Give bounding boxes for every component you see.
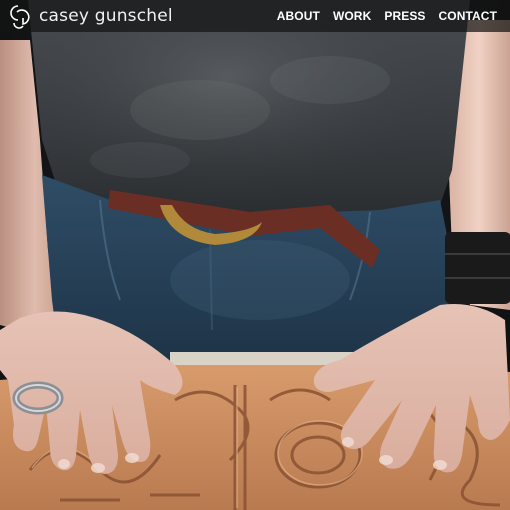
brand-name: casey gunschel	[39, 6, 173, 26]
top-navigation-bar: casey gunschel ABOUT WORK PRESS CONTACT	[0, 0, 510, 32]
main-nav: ABOUT WORK PRESS CONTACT	[264, 0, 497, 32]
nav-link-work[interactable]: WORK	[333, 9, 371, 23]
brand-monogram-icon	[10, 5, 30, 29]
brand-logo-link[interactable]: casey gunschel	[8, 3, 173, 29]
nav-link-about[interactable]: ABOUT	[277, 9, 320, 23]
nav-link-press[interactable]: PRESS	[384, 9, 425, 23]
hero-image	[0, 0, 510, 510]
nav-link-contact[interactable]: CONTACT	[439, 9, 497, 23]
leather-cuff-icon	[445, 232, 510, 304]
